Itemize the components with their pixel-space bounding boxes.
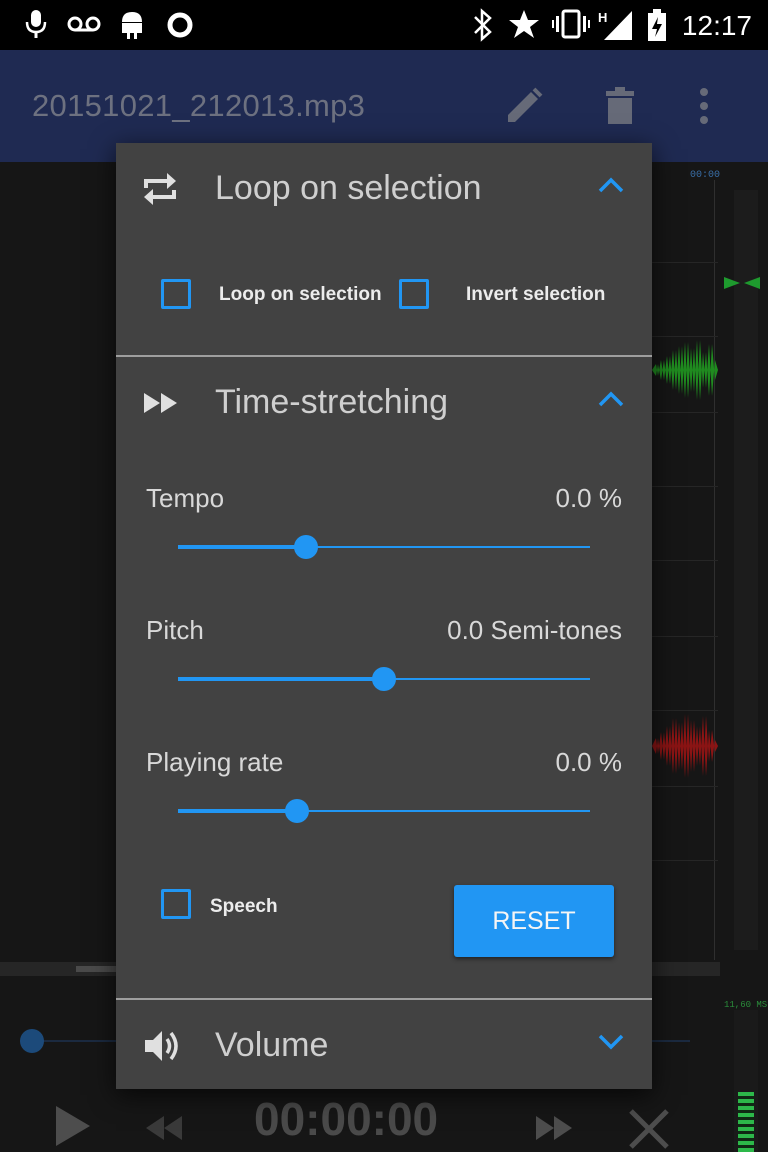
level-meter (734, 190, 758, 950)
seek-knob[interactable] (20, 1029, 44, 1053)
waveform-left-channel (652, 340, 718, 400)
svg-text:H: H (598, 10, 607, 25)
slider-thumb[interactable] (285, 799, 310, 823)
more-vert-icon[interactable] (694, 86, 714, 126)
mic-icon (25, 10, 47, 38)
output-level-bars (738, 1092, 754, 1152)
volume-icon (145, 1031, 178, 1061)
circle-o-icon (167, 12, 193, 38)
speech-checkbox[interactable] (161, 889, 191, 919)
grid-line (652, 262, 718, 263)
bluetooth-icon (474, 8, 492, 42)
delete-icon[interactable] (602, 86, 638, 126)
loop-on-selection-label: Loop on selection (219, 284, 382, 305)
edit-icon[interactable] (504, 86, 544, 126)
signal-h-icon: H (598, 10, 632, 40)
waveform-right-channel (652, 714, 718, 778)
slider-fill (178, 677, 384, 681)
star-icon (509, 10, 539, 38)
repeat-icon (144, 173, 176, 205)
playback-settings-dialog: Loop on selection Loop on selection Inve… (116, 143, 652, 1089)
volume-section-title: Volume (215, 1026, 329, 1064)
selection-marker-icon (724, 277, 760, 289)
fast-forward-icon (144, 393, 177, 413)
android-icon (122, 12, 142, 39)
rewind-icon[interactable] (144, 1114, 184, 1142)
status-bar: H 12:17 (0, 0, 768, 50)
file-title: 20151021_212013.mp3 (32, 88, 366, 123)
meter-label: 11,60 MS (724, 1000, 768, 1010)
stretch-section-title: Time-stretching (215, 383, 449, 421)
slider-thumb[interactable] (372, 667, 396, 691)
waveform-edge (714, 180, 715, 960)
invert-selection-checkbox[interactable] (399, 279, 429, 309)
pitch-value: 0.0 Semi-tones (447, 615, 622, 645)
fast-forward-icon[interactable] (534, 1114, 574, 1142)
battery-icon (648, 9, 666, 41)
pitch-label: Pitch (146, 615, 204, 645)
grid-line (652, 412, 718, 413)
loop-section-title: Loop on selection (215, 169, 482, 207)
clock: 12:17 (681, 10, 752, 41)
playing-rate-value: 0.0 % (555, 747, 623, 777)
time-marker: 00:00 (690, 170, 721, 181)
volume-section-header[interactable]: Volume (116, 1000, 652, 1092)
slider-fill (178, 545, 306, 549)
playing-rate-slider[interactable] (178, 796, 590, 826)
loop-section-header[interactable]: Loop on selection (116, 143, 652, 235)
invert-selection-label: Invert selection (466, 284, 606, 305)
play-icon[interactable] (54, 1104, 92, 1148)
tempo-value: 0.0 % (555, 483, 623, 513)
loop-on-selection-checkbox[interactable] (161, 279, 191, 309)
pitch-slider[interactable] (178, 664, 590, 694)
grid-line (652, 560, 718, 561)
timecode: 00:00:00 (254, 1093, 439, 1145)
playing-rate-label: Playing rate (146, 747, 284, 777)
slider-thumb[interactable] (293, 535, 318, 559)
vibrate-icon (552, 9, 590, 39)
tempo-slider[interactable] (178, 532, 590, 562)
close-icon[interactable] (628, 1108, 670, 1150)
grid-line (652, 636, 718, 637)
chevron-down-icon[interactable] (598, 1034, 624, 1050)
grid-line (652, 786, 718, 787)
grid-line (652, 860, 718, 861)
stretch-section-header[interactable]: Time-stretching (116, 357, 652, 449)
reset-button[interactable]: RESET (454, 885, 614, 957)
slider-fill (178, 809, 298, 813)
speech-label: Speech (210, 896, 278, 917)
chevron-up-icon[interactable] (598, 177, 624, 193)
chevron-up-icon[interactable] (598, 391, 624, 407)
grid-line (652, 486, 718, 487)
tempo-label: Tempo (146, 483, 225, 513)
voicemail-icon (67, 16, 101, 32)
